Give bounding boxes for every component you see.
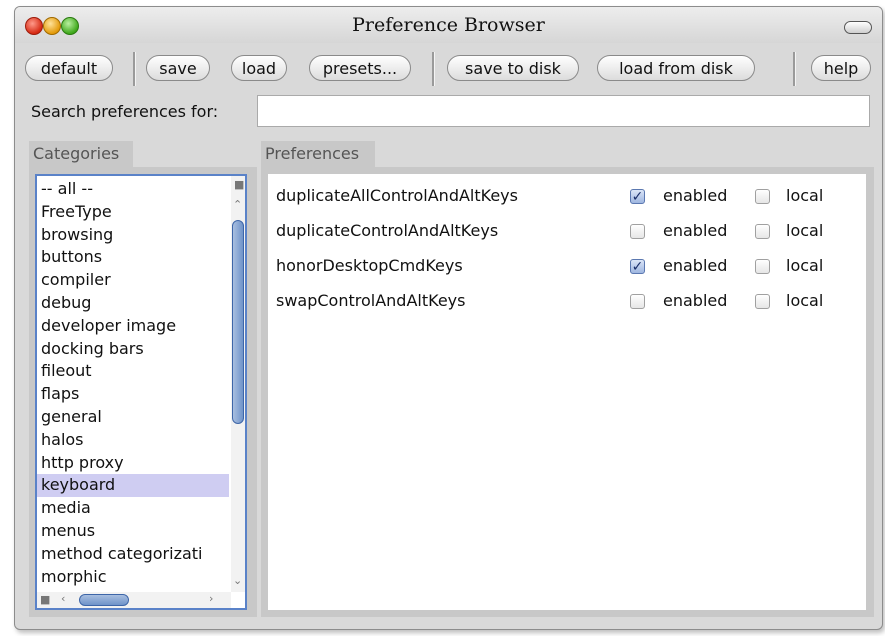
- preferences-list: duplicateAllControlAndAltKeys ✓ enabled …: [268, 174, 866, 610]
- list-item[interactable]: buttons: [37, 246, 229, 269]
- enabled-label: enabled: [663, 256, 728, 275]
- list-item[interactable]: halos: [37, 429, 229, 452]
- local-label: local: [786, 291, 824, 310]
- chevron-up-icon[interactable]: ⌃: [233, 198, 242, 211]
- list-item[interactable]: menus: [37, 520, 229, 543]
- categories-list[interactable]: -- all -- FreeType browsing buttons comp…: [35, 174, 247, 610]
- preference-row: duplicateControlAndAltKeys enabled local: [268, 217, 866, 247]
- toolbar-separator: [133, 52, 136, 86]
- chevron-down-icon[interactable]: ⌄: [233, 574, 242, 587]
- vertical-scroll-thumb[interactable]: [232, 220, 244, 424]
- presets-button[interactable]: presets...: [309, 55, 411, 81]
- local-checkbox[interactable]: [755, 259, 770, 274]
- list-item[interactable]: flaps: [37, 383, 229, 406]
- list-item[interactable]: developer image: [37, 315, 229, 338]
- toolbar-separator: [432, 52, 435, 86]
- preference-name: honorDesktopCmdKeys: [276, 256, 463, 275]
- enabled-label: enabled: [663, 221, 728, 240]
- preference-name: duplicateControlAndAltKeys: [276, 221, 499, 240]
- help-button[interactable]: help: [811, 55, 871, 81]
- chevron-left-icon[interactable]: ‹: [61, 592, 65, 605]
- list-item[interactable]: -- all --: [37, 178, 229, 201]
- chevron-right-icon[interactable]: ›: [209, 592, 213, 605]
- list-item[interactable]: fileout: [37, 360, 229, 383]
- list-item-selected[interactable]: keyboard: [37, 474, 229, 498]
- preferences-header: Preferences: [261, 141, 375, 167]
- enabled-checkbox[interactable]: [630, 224, 645, 239]
- enabled-checkbox[interactable]: ✓: [630, 259, 645, 274]
- load-button[interactable]: load: [231, 55, 287, 81]
- list-item[interactable]: debug: [37, 292, 229, 315]
- preference-row: swapControlAndAltKeys enabled local: [268, 287, 866, 317]
- load-from-disk-button[interactable]: load from disk: [597, 55, 755, 81]
- scroll-corner-icon: ■: [234, 178, 245, 191]
- preference-name: duplicateAllControlAndAltKeys: [276, 186, 518, 205]
- horizontal-scrollbar[interactable]: ■ ‹ ›: [37, 592, 231, 608]
- list-item[interactable]: compiler: [37, 269, 229, 292]
- default-button[interactable]: default: [25, 55, 113, 81]
- enabled-label: enabled: [663, 186, 728, 205]
- list-item[interactable]: method categorizati: [37, 543, 229, 566]
- categories-header: Categories: [29, 141, 133, 167]
- local-checkbox[interactable]: [755, 189, 770, 204]
- preference-row: duplicateAllControlAndAltKeys ✓ enabled …: [268, 182, 866, 212]
- list-item[interactable]: docking bars: [37, 338, 229, 361]
- collapse-window-icon[interactable]: [844, 21, 872, 34]
- local-label: local: [786, 221, 824, 240]
- list-item[interactable]: morphic: [37, 566, 229, 589]
- save-button[interactable]: save: [146, 55, 210, 81]
- enabled-checkbox[interactable]: [630, 294, 645, 309]
- list-item[interactable]: browsing: [37, 224, 229, 247]
- preference-name: swapControlAndAltKeys: [276, 291, 466, 310]
- scroll-corner-icon: ■: [40, 593, 51, 606]
- list-item[interactable]: FreeType: [37, 201, 229, 224]
- search-label: Search preferences for:: [31, 102, 219, 121]
- search-input[interactable]: [257, 95, 870, 127]
- local-checkbox[interactable]: [755, 294, 770, 309]
- list-item[interactable]: general: [37, 406, 229, 429]
- vertical-scrollbar[interactable]: ■ ⌃ ⌄: [231, 176, 245, 592]
- horizontal-scroll-thumb[interactable]: [79, 594, 129, 606]
- title-bar[interactable]: Preference Browser: [15, 7, 882, 43]
- list-item[interactable]: http proxy: [37, 452, 229, 475]
- local-label: local: [786, 186, 824, 205]
- enabled-checkbox[interactable]: ✓: [630, 189, 645, 204]
- preference-browser-window: Preference Browser default save load pre…: [14, 6, 883, 630]
- local-checkbox[interactable]: [755, 224, 770, 239]
- list-item[interactable]: media: [37, 497, 229, 520]
- save-to-disk-button[interactable]: save to disk: [447, 55, 579, 81]
- window-title: Preference Browser: [352, 14, 545, 36]
- toolbar-separator: [793, 52, 796, 86]
- preference-row: honorDesktopCmdKeys ✓ enabled local: [268, 252, 866, 282]
- local-label: local: [786, 256, 824, 275]
- enabled-label: enabled: [663, 291, 728, 310]
